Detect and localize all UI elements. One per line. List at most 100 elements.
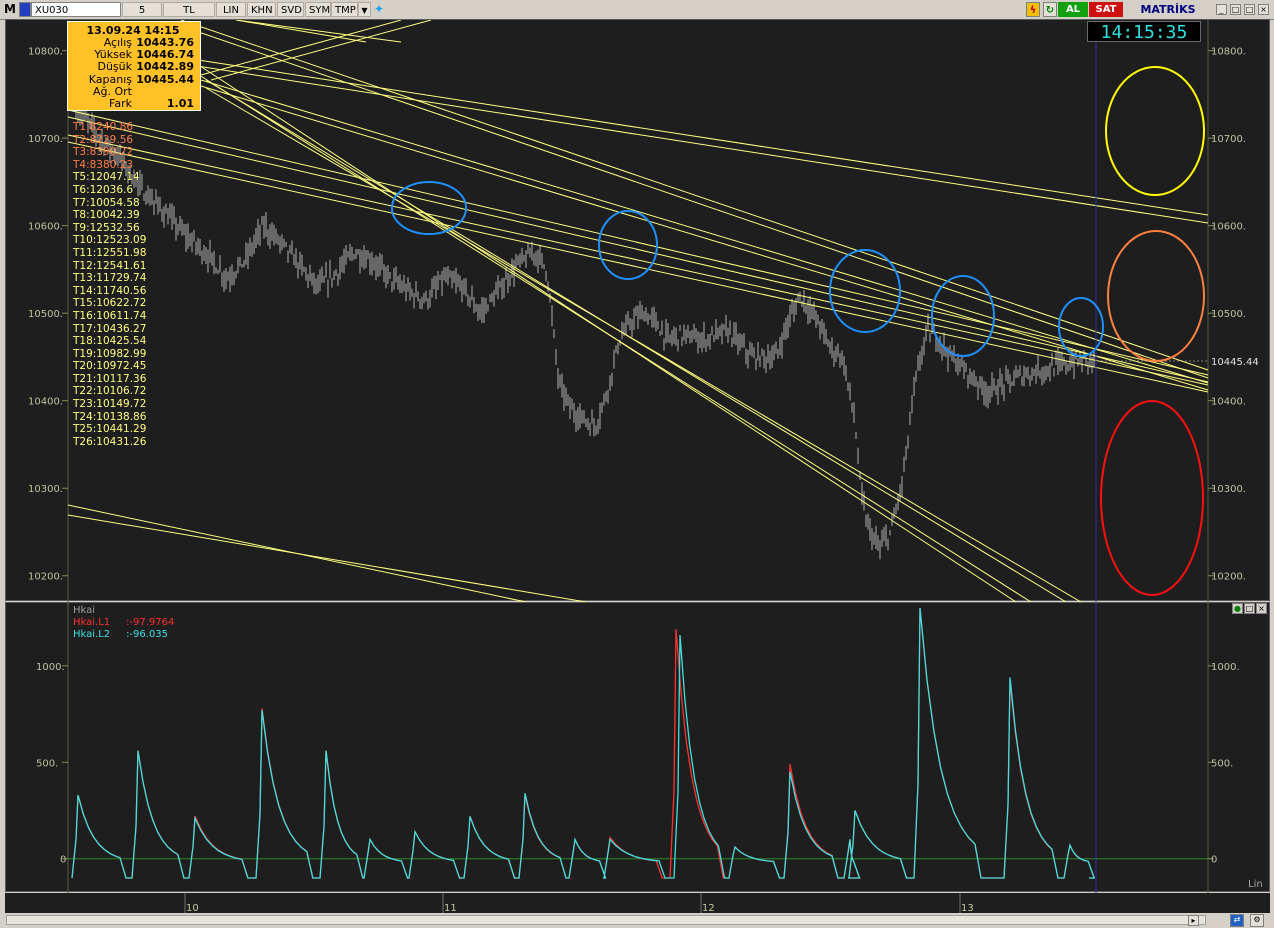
y-tick-label: 0 <box>60 855 66 866</box>
y-tick-label: 10700. <box>1211 134 1246 145</box>
info-row-diff: Fark 1.01 <box>72 96 194 110</box>
indicator-close-icon[interactable]: × <box>1256 603 1267 614</box>
y-tick-label: 10600. <box>28 222 63 233</box>
trendline-value: T16:10611.74 <box>73 309 147 322</box>
trendline-value: T19:10982.99 <box>73 347 147 360</box>
y-tick-label: 10300. <box>28 484 63 495</box>
sym-button[interactable]: SYM <box>305 2 331 17</box>
y-tick-label: 10800. <box>1211 47 1246 58</box>
legend-l2-value: :-96.035 <box>126 629 169 640</box>
dropdown-arrow-icon[interactable]: ▼ <box>358 2 371 17</box>
trend-line <box>67 141 1209 393</box>
trendline-value: T21:10117.36 <box>73 372 147 385</box>
trendline-value: T12:12541.61 <box>73 259 147 272</box>
y-tick-label: 10400. <box>1211 397 1246 408</box>
bottom-scrollbar[interactable]: ▸ ⇄ ⚙ <box>0 913 1274 928</box>
legend-l2: Hkai.L2 :-96.035 <box>73 629 168 640</box>
legend-l1: Hkai.L1 :-97.9764 <box>73 617 174 628</box>
lightning-icon[interactable]: ϟ <box>1026 2 1040 17</box>
matriks-brand-logo: MATRİKS <box>1140 3 1196 16</box>
matriks-logo-icon[interactable]: M <box>4 2 16 17</box>
trendline-value: T13:11729.74 <box>73 272 147 285</box>
trendline-value: T2:8229.56 <box>73 133 134 146</box>
trendline-value: T5:12047.14 <box>73 171 140 184</box>
trendline-value: T7:10054.58 <box>73 196 140 209</box>
flag-icon <box>19 2 31 17</box>
trendline-values-list: T1:8240.86 T2:8229.56 T3:8390.22 T4:8380.23… <box>73 121 146 448</box>
trendline-value: T15:10622.72 <box>73 297 147 310</box>
y-tick-label: 10400. <box>28 397 63 408</box>
twitter-icon[interactable]: ✦ <box>372 2 386 17</box>
info-value: 1.01 <box>166 96 194 110</box>
y-tick-label: 1000. <box>36 662 65 673</box>
close-icon[interactable]: × <box>1258 4 1269 15</box>
y-tick-label: 1000. <box>1211 662 1240 673</box>
lin-button[interactable]: LIN <box>216 2 246 17</box>
y-tick-label: 10300. <box>1211 484 1246 495</box>
symbol-field[interactable]: XU030 <box>31 2 121 17</box>
trend-line <box>205 87 1082 602</box>
hkai-l2-line <box>71 607 1096 879</box>
legend-l1-value: :-97.9764 <box>126 617 175 628</box>
zone-circle-orange <box>1107 230 1205 362</box>
restore-icon[interactable]: □ <box>1244 4 1255 15</box>
scroll-right-icon[interactable]: ▸ <box>1188 915 1199 926</box>
y-tick-label: 0 <box>1211 855 1217 866</box>
trendline-value: T20:10972.45 <box>73 360 147 373</box>
y-tick-label: 500. <box>36 758 58 769</box>
minimize-icon[interactable]: _ <box>1216 4 1227 15</box>
legend-l1-label: Hkai.L1 <box>73 617 111 628</box>
toolbar: M XU030 5 TL LIN KHN SVD SYM TMP ▼ ✦ ϟ ↻… <box>0 0 1274 20</box>
y-tick-label: 10500. <box>28 309 63 320</box>
trendline-value: T6:12036.6 <box>73 183 134 196</box>
trendline-value: T9:12532.56 <box>73 221 140 234</box>
info-value: 10445.44 <box>136 72 194 86</box>
hkai-l1-line <box>71 607 1096 879</box>
trend-line <box>235 20 367 43</box>
info-value: 10442.89 <box>136 60 194 74</box>
chart-settings-icon[interactable]: ⚙ <box>1250 914 1264 927</box>
ohlc-info-box: 13.09.24 14:15 Açılış 10443.76 Yüksek 1044… <box>67 21 201 111</box>
info-label: Fark <box>109 96 132 110</box>
trendline-value: T8:10042.39 <box>73 209 140 222</box>
buy-button[interactable]: AL <box>1058 2 1088 17</box>
horizontal-scrollbar-track[interactable] <box>6 915 1206 925</box>
info-label: Kapanış <box>88 72 132 86</box>
trendline-value: T4:8380.23 <box>73 158 134 171</box>
trend-line <box>180 20 1209 371</box>
trendline-value: T26:10431.26 <box>73 435 147 448</box>
khn-button[interactable]: KHN <box>247 2 276 17</box>
trendline-value: T14:11740.56 <box>73 284 147 297</box>
trend-line <box>235 20 402 43</box>
svd-button[interactable]: SVD <box>277 2 304 17</box>
trend-line <box>195 72 1032 602</box>
info-row-low: Düşük 10442.89 <box>72 61 194 73</box>
indicator-panel[interactable]: 1000. 1000. 500. 500. 0 0 <box>5 602 1271 893</box>
trendline-value: T1:8240.86 <box>73 121 134 133</box>
scale-mode-label[interactable]: Lin <box>1248 879 1263 890</box>
refresh-icon[interactable]: ↻ <box>1043 2 1057 17</box>
indicator-chart-svg[interactable]: 1000. 1000. 500. 500. 0 0 <box>6 603 1271 893</box>
indicator-maximize-icon[interactable]: □ <box>1244 603 1255 614</box>
trendline-value: T11:12551.98 <box>73 246 147 259</box>
clock-display: 14:15:35 <box>1087 21 1201 43</box>
last-price-label: 10445.44 <box>1211 357 1259 368</box>
currency-field[interactable]: TL <box>163 2 215 17</box>
trend-line <box>67 109 1209 376</box>
scroll-icon[interactable]: ⇄ <box>1230 914 1244 927</box>
period-field[interactable]: 5 <box>122 2 162 17</box>
trendline-value: T24:10138.86 <box>73 410 147 423</box>
sell-button[interactable]: SAT <box>1089 2 1123 17</box>
trend-line <box>210 20 432 81</box>
y-tick-label: 10700. <box>28 134 63 145</box>
zone-circle-red <box>1100 400 1204 596</box>
tmp-button[interactable]: TMP <box>331 2 358 17</box>
y-tick-label: 10800. <box>28 47 63 58</box>
y-tick-label: 10200. <box>28 572 63 583</box>
indicator-name: Hkai <box>73 605 96 616</box>
legend-l2-label: Hkai.L2 <box>73 629 111 640</box>
trend-line <box>67 134 1209 386</box>
maximize-icon[interactable]: □ <box>1230 4 1241 15</box>
indicator-settings-icon[interactable]: ● <box>1232 603 1243 614</box>
trend-line <box>67 39 1209 216</box>
